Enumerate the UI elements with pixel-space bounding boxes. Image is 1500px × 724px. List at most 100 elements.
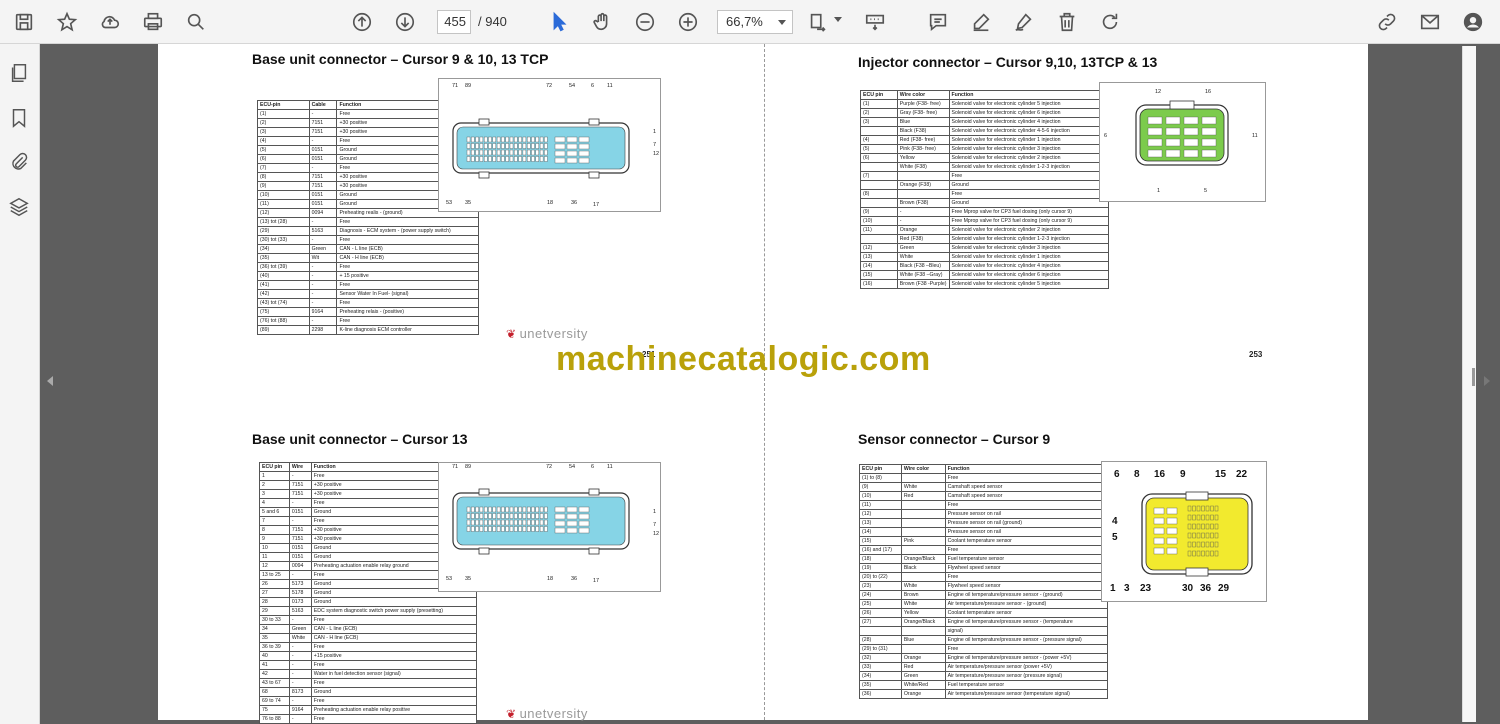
connector-pin <box>496 156 501 162</box>
table-row: (10) - Free Mprop valve for CP3 fuel dosin… <box>860 216 1109 226</box>
page-number-input[interactable]: 455 <box>437 10 471 34</box>
table-cell: - <box>308 298 338 308</box>
connector-pin <box>531 513 535 519</box>
connector-pin <box>492 513 496 519</box>
table-cell: - <box>288 615 312 625</box>
table-cell: (8) <box>257 172 310 182</box>
table-cell: (10) <box>860 216 898 226</box>
table-row: (14) Black (F38 –Bleu) Solenoid valve for … <box>860 261 1109 271</box>
table-cell: 76 to 88 <box>259 714 290 724</box>
bookmark-icon[interactable] <box>8 107 32 131</box>
account-icon[interactable] <box>1459 8 1487 36</box>
connector-pin <box>1201 550 1205 557</box>
connector-pin <box>554 143 566 150</box>
table-cell: 0151 <box>288 507 312 517</box>
column-header: Wire <box>288 462 312 472</box>
table-cell: (36) <box>859 689 902 699</box>
table-cell: (32) <box>859 653 902 663</box>
next-page-icon[interactable] <box>391 8 419 36</box>
link-sign-icon[interactable] <box>1373 8 1401 36</box>
connector-pin <box>501 156 505 162</box>
table-cell: (24) <box>859 590 902 600</box>
zoom-out-icon[interactable] <box>631 8 659 36</box>
table-cell: 2 <box>259 480 290 490</box>
bookmark-star-icon[interactable] <box>53 8 81 36</box>
table-cell: Coolant temperature sensor <box>944 608 1109 618</box>
connector-pin <box>1210 550 1214 557</box>
rotate-icon[interactable] <box>1096 8 1124 36</box>
thumbnails-icon[interactable] <box>8 62 32 86</box>
zoom-in-icon[interactable] <box>674 8 702 36</box>
table-cell: + 15 positive <box>336 271 479 281</box>
layers-icon[interactable] <box>8 196 32 220</box>
sign-pen-icon[interactable] <box>1010 8 1038 36</box>
connector-pin <box>566 157 578 164</box>
connector-pin <box>1205 532 1210 539</box>
delete-icon[interactable] <box>1053 8 1081 36</box>
connector-pin <box>566 527 578 534</box>
table-cell: Pressure sensor on rail (ground) <box>944 518 1109 528</box>
table-cell: Free <box>336 217 479 227</box>
connector-pin <box>522 143 527 149</box>
scrollbar-grip[interactable] <box>1472 368 1475 386</box>
connector-pin <box>1205 523 1210 530</box>
connector-pin <box>1201 138 1217 147</box>
connector-pin <box>578 520 590 527</box>
scroll-mode-icon[interactable] <box>861 8 889 36</box>
zoom-select[interactable]: 66,7% <box>717 10 793 34</box>
find-icon[interactable] <box>182 8 210 36</box>
fit-page-icon[interactable] <box>804 8 832 36</box>
table-cell: Green <box>288 624 312 634</box>
table-cell: Purple (F38- free) <box>896 99 950 109</box>
table-cell: Green <box>308 244 338 254</box>
table-cell: - <box>288 669 312 679</box>
table-cell: (26) <box>859 608 902 618</box>
pin-number-label: 8 <box>1134 469 1140 480</box>
pin-number-label: 35 <box>465 200 472 206</box>
select-cursor-icon[interactable] <box>545 8 573 36</box>
cloud-upload-icon[interactable] <box>96 8 124 36</box>
connector-pin <box>531 149 535 156</box>
pin-number-label: 35 <box>465 576 472 582</box>
table-cell: Engine oil temperature/pressure sensor -… <box>944 617 1109 627</box>
table-cell: Blue <box>900 635 946 645</box>
hand-tool-icon[interactable] <box>588 8 616 36</box>
save-icon[interactable] <box>10 8 38 36</box>
table-cell: Solenoid valve for electronic cylinder 4… <box>948 261 1109 271</box>
table-cell: 0094 <box>288 561 312 571</box>
attachment-icon[interactable] <box>8 151 32 175</box>
connector-pin <box>522 506 527 513</box>
pin-number-label: 54 <box>569 83 576 89</box>
table-cell: (12) <box>860 243 898 253</box>
table-row: 30 to 33- Free <box>259 615 478 625</box>
chevron-down-icon[interactable] <box>834 17 842 22</box>
table-row: (8) Free <box>860 189 1109 199</box>
connector-pin <box>522 513 527 519</box>
connector-pin <box>475 513 479 519</box>
collapse-right-icon[interactable] <box>1484 376 1490 386</box>
previous-page-icon[interactable] <box>348 8 376 36</box>
connector-pin <box>578 513 590 520</box>
comment-icon[interactable] <box>924 8 952 36</box>
table-cell: Brown (F38) <box>896 198 950 208</box>
pin-number-label: 6 <box>591 83 595 89</box>
table-cell: - <box>288 678 312 688</box>
print-icon[interactable] <box>139 8 167 36</box>
table-cell: 30 to 33 <box>259 615 290 625</box>
connector-pin <box>518 513 522 519</box>
table-cell: (5) <box>257 145 310 155</box>
connector-pin <box>1214 550 1219 557</box>
highlight-pen-icon[interactable] <box>967 8 995 36</box>
table-cell: (12) <box>859 509 902 519</box>
table-cell: (29) to (31) <box>859 644 902 654</box>
table-cell: (9) <box>859 482 902 492</box>
table-row: (16) Brown (F38 -Purple) Solenoid valve fo… <box>860 279 1109 289</box>
connector-pin <box>554 150 566 157</box>
connector-pin <box>1196 523 1201 530</box>
connector-pin <box>1210 541 1214 548</box>
collapse-left-icon[interactable] <box>47 376 53 386</box>
email-icon[interactable] <box>1416 8 1444 36</box>
table-cell: - <box>288 498 312 508</box>
table-cell: (11) <box>257 199 310 209</box>
table-cell: Free <box>310 660 478 670</box>
